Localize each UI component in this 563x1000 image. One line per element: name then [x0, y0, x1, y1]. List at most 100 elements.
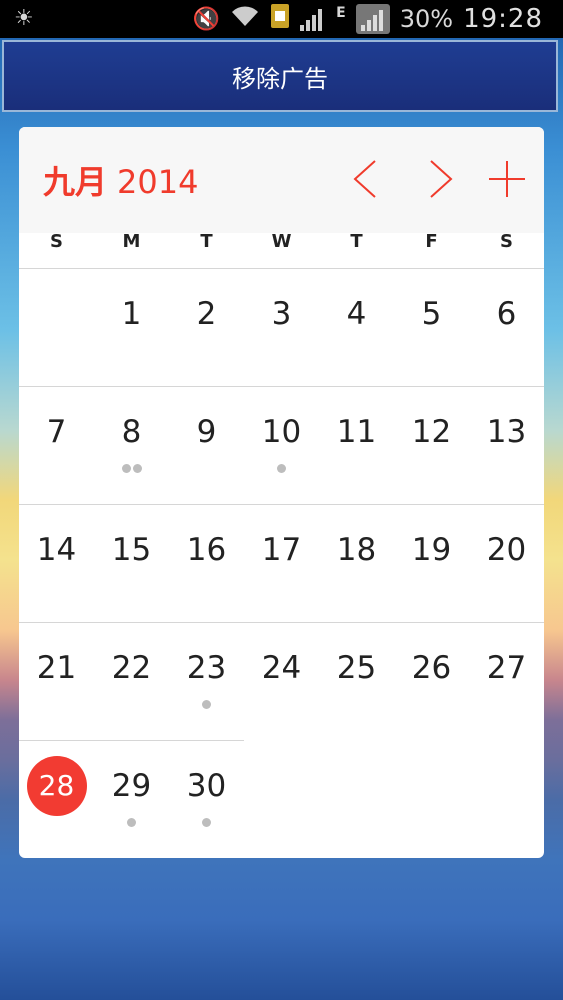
day-number: 28 [26, 756, 87, 816]
day-number: 30 [186, 768, 227, 804]
day-cell[interactable]: 23 [169, 622, 244, 740]
weekday-label: S [50, 231, 63, 252]
chevron-right-icon [430, 160, 453, 198]
event-dots [319, 582, 394, 592]
day-cell[interactable]: 8 [94, 386, 169, 504]
day-cell[interactable]: 22 [94, 622, 169, 740]
day-cell[interactable]: 25 [319, 622, 394, 740]
day-cell[interactable]: 18 [319, 504, 394, 622]
day-cell[interactable]: 1 [94, 268, 169, 386]
event-dots [19, 700, 94, 710]
day-cell[interactable]: 12 [394, 386, 469, 504]
event-dot-icon [202, 818, 211, 827]
weekday-label: W [271, 231, 292, 252]
day-number: 2 [196, 296, 217, 332]
remove-ads-label: 移除广告 [232, 64, 328, 93]
year-label: 2014 [117, 163, 199, 201]
day-cell[interactable]: 3 [244, 268, 319, 386]
status-bar: ☀ 🔇 E 30% 19:28 [0, 0, 563, 38]
day-cell[interactable]: 4 [319, 268, 394, 386]
event-dots [319, 464, 394, 474]
event-dots [169, 818, 244, 828]
add-event-button[interactable] [485, 157, 529, 201]
day-cell[interactable]: 24 [244, 622, 319, 740]
day-number: 1 [121, 296, 142, 332]
day-cell[interactable]: 29 [94, 740, 169, 858]
day-cell[interactable]: 20 [469, 504, 544, 622]
day-number: 17 [261, 532, 302, 568]
previous-month-button[interactable] [345, 157, 389, 201]
remove-ads-banner[interactable]: 移除广告 [2, 40, 558, 112]
day-number: 18 [336, 532, 377, 568]
weekday-label: T [350, 231, 363, 252]
calendar-card: 九月 2014 S M T W T F S 1 2 3 4 5 6 7 8 9 10 11 12 13 14… [19, 127, 544, 858]
mute-icon: 🔇 [192, 6, 221, 32]
weekday-label: M [122, 231, 141, 252]
day-cell[interactable]: 13 [469, 386, 544, 504]
day-cell[interactable]: 21 [19, 622, 94, 740]
day-cell[interactable]: 19 [394, 504, 469, 622]
day-cell[interactable]: 30 [169, 740, 244, 858]
day-cell[interactable]: 15 [94, 504, 169, 622]
weekday-label: S [500, 231, 513, 252]
month-title: 九月 2014 [43, 157, 198, 203]
event-dots [169, 464, 244, 474]
day-number: 14 [36, 532, 77, 568]
event-dot-icon [127, 818, 136, 827]
day-number: 13 [486, 414, 527, 450]
event-dots [394, 582, 469, 592]
day-cell[interactable]: 5 [394, 268, 469, 386]
day-cell[interactable]: 26 [394, 622, 469, 740]
day-cell-today[interactable]: 28 [19, 740, 94, 858]
event-dots [94, 700, 169, 710]
day-cell[interactable]: 14 [19, 504, 94, 622]
day-cell[interactable]: 16 [169, 504, 244, 622]
day-number: 23 [186, 650, 227, 686]
sim-icon [270, 3, 290, 35]
day-number: 25 [336, 650, 377, 686]
event-dot-icon [202, 700, 211, 709]
day-cell[interactable]: 6 [469, 268, 544, 386]
day-number: 9 [196, 414, 217, 450]
day-number: 20 [486, 532, 527, 568]
next-month-button[interactable] [417, 157, 461, 201]
day-cell[interactable]: 11 [319, 386, 394, 504]
event-dot-icon [121, 464, 131, 473]
weekday-header: S M T W T F S [19, 231, 544, 267]
network-type: E [336, 5, 346, 21]
battery-level: 30% [399, 5, 454, 33]
day-cell[interactable]: 17 [244, 504, 319, 622]
day-number: 8 [121, 414, 142, 450]
event-dots [94, 464, 169, 474]
day-cell[interactable]: 9 [169, 386, 244, 504]
month-label: 九月 [43, 163, 108, 201]
event-dots [169, 346, 244, 356]
event-dots [319, 346, 394, 356]
event-dots [319, 700, 394, 710]
day-cell[interactable]: 10 [244, 386, 319, 504]
day-cell[interactable]: 7 [19, 386, 94, 504]
day-number: 6 [496, 296, 517, 332]
event-dots [169, 700, 244, 710]
day-number: 21 [36, 650, 77, 686]
day-number: 12 [411, 414, 452, 450]
day-number: 4 [346, 296, 367, 332]
day-number: 16 [186, 532, 227, 568]
event-dots [244, 346, 319, 356]
day-cell[interactable]: 27 [469, 622, 544, 740]
event-dot-icon [132, 464, 142, 473]
day-number: 29 [111, 768, 152, 804]
day-cell[interactable]: 2 [169, 268, 244, 386]
event-dots [469, 346, 544, 356]
day-number: 22 [111, 650, 152, 686]
day-number: 5 [421, 296, 442, 332]
brightness-icon: ☀ [14, 6, 34, 31]
day-number: 24 [261, 650, 302, 686]
event-dots [469, 464, 544, 474]
event-dots [94, 346, 169, 356]
event-dots [394, 700, 469, 710]
calendar-header: 九月 2014 S M T W T F S [19, 127, 544, 252]
signal-box-icon [355, 4, 390, 34]
event-dots [94, 818, 169, 828]
event-dots [169, 582, 244, 592]
